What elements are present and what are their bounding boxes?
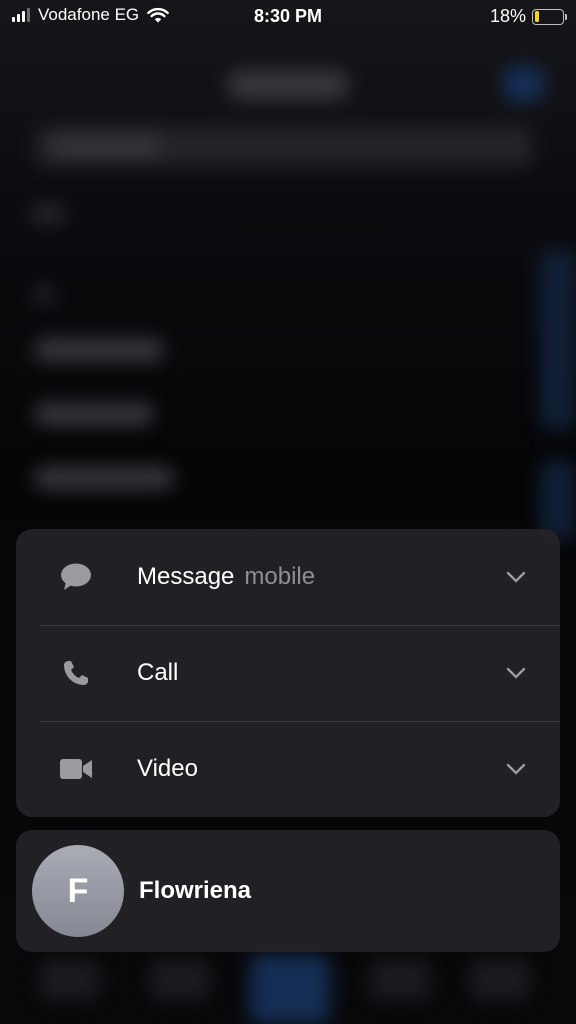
menu-item-label: Call (137, 659, 179, 686)
menu-item-label: Video (137, 755, 198, 782)
battery-fill (534, 11, 540, 22)
contact-name: Flowriena (139, 877, 252, 904)
battery-percent: 18% (489, 6, 526, 26)
menu-item-video[interactable]: Video (16, 721, 560, 817)
menu-item-sublabel: mobile (244, 563, 316, 590)
menu-item-message[interactable]: Message mobile (16, 529, 560, 625)
message-bubble-icon (56, 557, 96, 597)
battery-icon (532, 8, 567, 25)
status-bar: Vodafone EG 8:30 PM 18% (0, 0, 576, 34)
screen: Vodafone EG 8:30 PM 18% Message mobile C… (0, 0, 576, 1024)
contact-card[interactable]: F Flowriena (16, 830, 560, 952)
status-right: 18% (489, 6, 567, 27)
phone-icon (56, 653, 96, 693)
contact-action-menu: Message mobile Call Video (16, 529, 560, 817)
chevron-down-icon[interactable] (504, 565, 528, 589)
menu-item-call[interactable]: Call (16, 625, 560, 721)
chevron-down-icon[interactable] (504, 757, 528, 781)
chevron-down-icon[interactable] (504, 661, 528, 685)
menu-item-label: Message mobile (137, 563, 316, 590)
avatar: F (32, 845, 124, 937)
video-camera-icon (56, 749, 96, 789)
